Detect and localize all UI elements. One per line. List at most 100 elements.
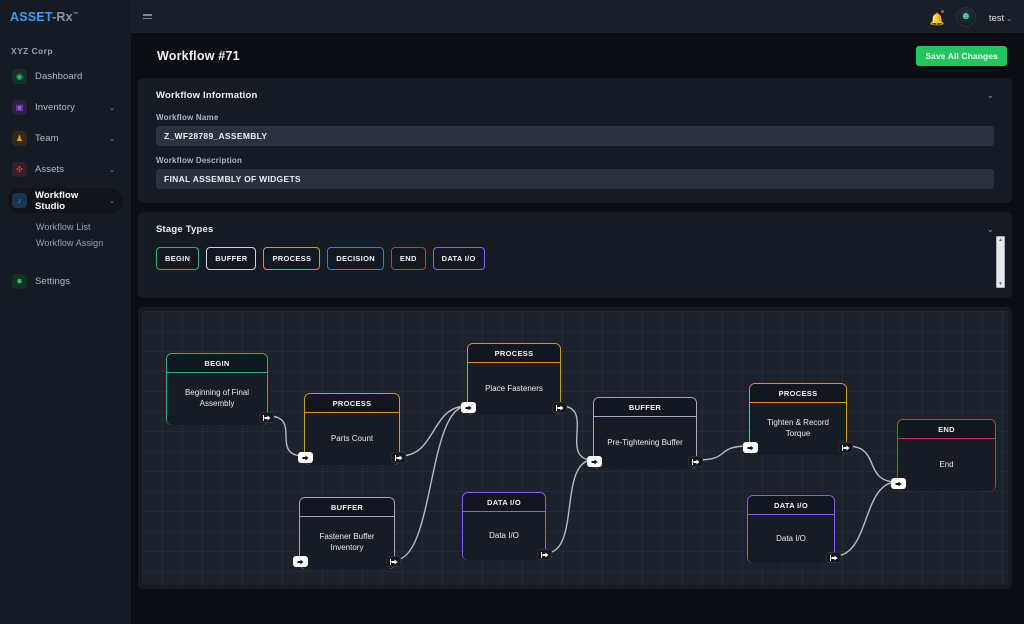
workflow-node[interactable]: DATA I/OData I/O [462,492,546,560]
sidebar-item-inventory[interactable]: ▣ Inventory ⌄ [8,95,123,120]
node-type-label: END [898,420,995,439]
page-header: Workflow #71 Save All Changes [131,33,1024,78]
workflow-node[interactable]: PROCESSPlace Fasteners [467,343,561,415]
page-title: Workflow #71 [157,49,240,63]
stage-type-chip-begin[interactable]: BEGIN [156,247,199,270]
workflow-edge[interactable] [268,416,304,456]
bell-icon[interactable]: 🔔 [930,10,943,24]
chevron-down-icon[interactable]: ⌄ [986,225,994,234]
sidebar-item-label: Inventory [35,102,75,113]
sidebar-nav: ◉Dashboard▣Inventory⌄♟Team⌄✣Assets⌄♪Work… [0,64,131,294]
scroll-up-arrow[interactable]: ▲ [998,237,1003,243]
workflow-edge[interactable] [847,446,897,482]
brand-primary: ASSET [10,10,52,24]
node-input-handle[interactable] [293,556,308,567]
workflow-name-label: Workflow Name [156,113,994,122]
top-bar: 🔔 ☻ test⌄ [131,0,1024,33]
node-output-handle[interactable] [838,442,853,453]
node-title: Parts Count [305,413,399,465]
node-type-label: PROCESS [750,384,846,403]
brand-text: ASSET-Rx™ [10,10,79,24]
sidebar-item-settings[interactable]: ✸Settings [8,269,123,294]
workflow-node[interactable]: ENDEnd [897,419,996,491]
stage-type-chip-decision[interactable]: DECISION [327,247,384,270]
card-title: Workflow Information [156,90,257,101]
workflow-edge[interactable] [546,460,593,553]
hamburger-icon[interactable] [143,14,152,19]
workflow-information-header: Workflow Information ⌄ [156,90,994,101]
node-output-handle[interactable] [386,556,401,567]
user-menu[interactable]: test⌄ [989,8,1012,26]
stage-types-scrollbar[interactable]: ▲ ▼ [996,236,1005,288]
chevron-down-icon[interactable]: ⌄ [109,135,115,143]
node-type-label: DATA I/O [463,493,545,512]
node-input-handle[interactable] [743,442,758,453]
bell-glyph: 🔔 [930,12,945,26]
node-output-handle[interactable] [259,412,274,423]
stage-type-chip-end[interactable]: END [391,247,426,270]
chevron-down-icon[interactable]: ⌄ [109,166,115,174]
node-input-handle[interactable] [891,478,906,489]
workflow-edge[interactable] [835,482,897,556]
workflow-description-input[interactable] [156,169,994,189]
node-input-handle[interactable] [587,456,602,467]
save-all-changes-button[interactable]: Save All Changes [916,46,1007,66]
stage-type-chip-buffer[interactable]: BUFFER [206,247,256,270]
node-type-label: BUFFER [594,398,696,417]
node-output-handle[interactable] [688,456,703,467]
sidebar-item-assets[interactable]: ✣Assets⌄ [8,157,123,182]
chevron-down-icon[interactable]: ⌄ [109,197,115,205]
sidebar-item-workflow-studio[interactable]: ♪Workflow Studio⌄ [8,188,123,213]
app-root: ASSET-Rx™ XYZ Corp ◉Dashboard▣Inventory⌄… [0,0,1024,624]
user-name: test [989,13,1004,24]
node-output-handle[interactable] [552,402,567,413]
workflow-edge[interactable] [697,446,749,460]
top-bar-right: 🔔 ☻ test⌄ [930,7,1012,27]
workflow-node[interactable]: BUFFERPre-Tightening Buffer [593,397,697,469]
avatar[interactable]: ☻ [956,7,976,27]
box-icon: ▣ [12,100,27,115]
chevron-down-icon: ⌄ [1006,16,1012,23]
node-input-handle[interactable] [461,402,476,413]
brand-trademark: ™ [73,11,79,17]
node-title: Place Fasteners [468,363,560,415]
avatar-glyph: ☻ [961,11,972,22]
flow-icon: ♪ [12,193,27,208]
stage-type-palette: BEGIN BUFFER PROCESS DECISION END DATA I/O [156,247,994,270]
workflow-canvas[interactable]: BEGINBeginning of Final AssemblyPROCESSP… [142,311,1008,585]
workflow-node[interactable]: DATA I/OData I/O [747,495,835,563]
scroll-down-arrow[interactable]: ▼ [998,281,1003,287]
node-title: Pre-Tightening Buffer [594,417,696,469]
sidebar-item-team[interactable]: ♟Team⌄ [8,126,123,151]
app-logo[interactable]: ASSET-Rx™ [0,0,131,33]
chevron-down-icon[interactable]: ⌄ [986,91,994,100]
node-output-handle[interactable] [537,549,552,560]
workflow-node[interactable]: PROCESSTighten & Record Torque [749,383,847,455]
sidebar-item-label: Dashboard [35,71,82,82]
node-output-handle[interactable] [391,452,406,463]
workflow-edge[interactable] [395,406,467,560]
node-input-handle[interactable] [298,452,313,463]
sidebar-item-dashboard[interactable]: ◉Dashboard [8,64,123,89]
brand-secondary: -Rx [52,10,73,24]
workflow-node[interactable]: BEGINBeginning of Final Assembly [166,353,268,425]
workflow-node[interactable]: BUFFERFastener Buffer Inventory [299,497,395,569]
sidebar-subnav: Workflow ListWorkflow Assign [8,219,123,255]
nav-spacer [8,255,123,269]
card-title: Stage Types [156,224,213,235]
edge-layer [142,311,1008,585]
sidebar-item-label: Assets [35,164,64,175]
sidebar-subitem-workflow-list[interactable]: Workflow List [8,219,123,235]
content-scroll: Workflow Information ⌄ Workflow Name Wor… [131,78,1024,624]
node-output-handle[interactable] [826,552,841,563]
workflow-node[interactable]: PROCESSParts Count [304,393,400,465]
workflow-edge[interactable] [400,406,467,456]
gear-icon: ✸ [12,274,27,289]
workflow-description-label: Workflow Description [156,156,994,165]
stage-type-chip-process[interactable]: PROCESS [263,247,320,270]
stage-type-chip-data-i-o[interactable]: DATA I/O [433,247,485,270]
workflow-name-input[interactable] [156,126,994,146]
workflow-edge[interactable] [561,406,593,460]
sidebar-subitem-workflow-assign[interactable]: Workflow Assign [8,235,123,251]
chevron-down-icon[interactable]: ⌄ [109,104,115,112]
